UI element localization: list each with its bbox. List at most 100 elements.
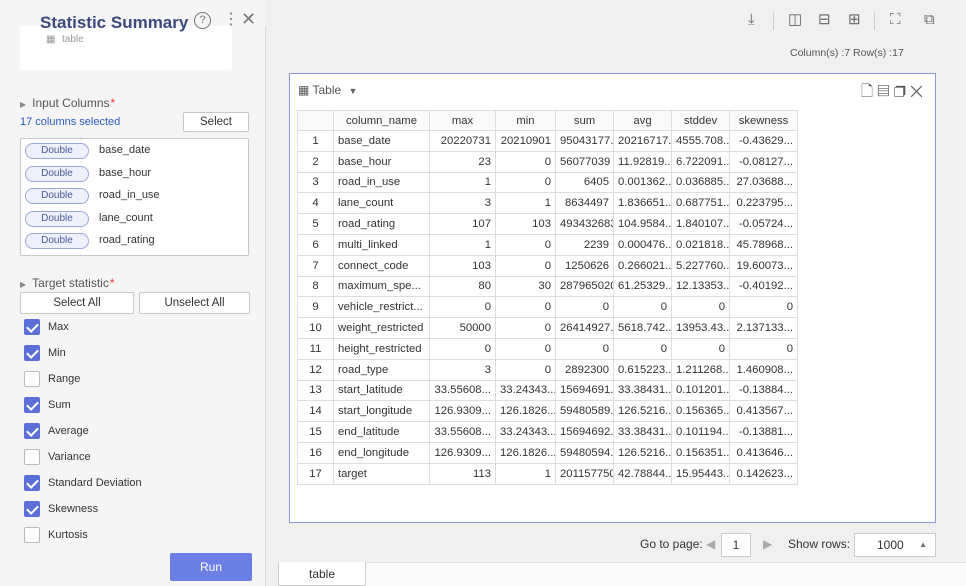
table-cell: 15694691... <box>555 379 614 402</box>
table-cell: 0.156365... <box>671 400 730 423</box>
checkbox[interactable] <box>24 449 40 465</box>
column-header[interactable]: sum <box>555 110 614 131</box>
card-title-label: Table <box>312 83 342 97</box>
checkbox[interactable] <box>24 371 40 387</box>
table-row[interactable]: 6 multi_linked 1 0 2239 0.000476... 0.021818..… <box>297 233 798 256</box>
split-vertical-icon[interactable]: ◫ <box>788 11 802 29</box>
next-page-icon[interactable]: ▶ <box>763 537 772 551</box>
column-header[interactable]: max <box>429 110 496 131</box>
table-cell: 0.687751... <box>671 192 730 215</box>
table-row[interactable]: 2 base_hour 23 0 56077039 11.92819... 6.722091… <box>297 150 798 173</box>
table-row[interactable]: 3 road_in_use 1 0 6405 0.001362... 0.036885...… <box>297 171 798 194</box>
checkbox[interactable] <box>24 527 40 543</box>
table-row[interactable]: 11 height_restricted 0 0 0 0 0 0 <box>297 337 798 360</box>
table-view-icon[interactable]: ▤ <box>877 83 894 100</box>
row-index-cell: 10 <box>297 317 334 339</box>
row-index-cell: 17 <box>297 462 334 485</box>
column-row-count: Column(s) :7 Row(s) :17 <box>790 47 904 59</box>
toolbar-divider <box>874 12 875 30</box>
table-cell: 0.000476... <box>613 233 672 256</box>
close-icon[interactable]: ✕ <box>241 10 256 28</box>
column-header[interactable]: skewness <box>729 110 798 131</box>
checkbox[interactable] <box>24 501 40 517</box>
tab-table[interactable]: table <box>278 562 366 586</box>
checkbox[interactable] <box>24 397 40 413</box>
table-row[interactable]: 10weight_restricted50000026414927...5618… <box>297 317 798 339</box>
table-cell: 0.101201... <box>671 379 730 402</box>
download-icon[interactable]: ⤓ <box>748 11 755 29</box>
table-cell: 1 <box>429 171 496 194</box>
table-cell: multi_linked <box>333 233 430 256</box>
table-cell: 0 <box>555 296 614 319</box>
table-row[interactable]: 7 connect_code 103 0 1250626 0.266021... 5.227… <box>297 254 798 277</box>
unselect-all-button[interactable]: Unselect All <box>139 292 250 314</box>
help-icon[interactable]: ? <box>194 12 211 29</box>
table-cell: vehicle_restrict... <box>333 296 430 319</box>
select-all-button[interactable]: Select All <box>20 292 134 314</box>
card-title[interactable]: ▦ Table ▼ <box>298 83 357 97</box>
table-row[interactable]: 14 start_longitude 126.9309... 126.1826... 5… <box>297 400 798 423</box>
input-columns-section-title[interactable]: ▶ Input Columns* <box>20 96 115 110</box>
table-cell: 0 <box>495 171 556 194</box>
run-button[interactable]: Run <box>170 553 252 581</box>
column-header[interactable]: min <box>495 110 556 131</box>
checkbox[interactable] <box>24 423 40 439</box>
column-header[interactable]: column_name <box>333 110 430 131</box>
rows-per-page-select[interactable]: 1000 ▲ <box>854 533 936 557</box>
table-row[interactable]: 12 road_type 3 0 2892300 0.615223... 1.211268.… <box>297 358 798 381</box>
column-header[interactable] <box>297 110 334 131</box>
row-index-cell: 7 <box>297 254 334 277</box>
previous-page-icon[interactable]: ◀ <box>706 537 715 551</box>
column-header[interactable]: stddev <box>671 110 730 131</box>
more-options-icon[interactable]: ⋮ <box>223 11 239 29</box>
table-cell: lane_count <box>333 192 430 215</box>
table-cell: 59480594... <box>555 441 614 464</box>
close-icon[interactable]: ✕ <box>910 83 927 100</box>
table-cell: 126.5216... <box>613 400 672 423</box>
table-cell: 6.722091... <box>671 150 730 173</box>
checkbox[interactable] <box>24 319 40 335</box>
grid-layout-icon[interactable]: ⊞ <box>848 11 861 29</box>
table-cell: 126.5216... <box>613 441 672 464</box>
copy-icon[interactable]: ❐ <box>894 83 910 100</box>
table-row[interactable]: 8 maximum_spe... 80 30 287965020 61.25329... 1… <box>297 275 798 298</box>
page-number-input[interactable]: 1 <box>721 533 751 557</box>
select-columns-button[interactable]: Select <box>183 112 249 132</box>
table-row[interactable]: 17 target 113 1 201157750 42.78844... 15.95443… <box>297 462 798 485</box>
table-cell: 15.95443... <box>671 462 730 485</box>
table-cell: 126.9309... <box>429 400 496 423</box>
table-cell: start_longitude <box>333 400 430 423</box>
table-row[interactable]: 13 start_latitude 33.55608... 33.24343... 15… <box>297 379 798 402</box>
column-name-label: road_rating <box>99 234 155 246</box>
table-cell: 15694692... <box>555 421 614 443</box>
table-row[interactable]: 9 vehicle_restrict... 0 0 0 0 0 0 <box>297 296 798 319</box>
table-cell: 1.211268... <box>671 358 730 381</box>
checkbox-label: Variance <box>48 451 91 463</box>
checkbox-label: Min <box>48 347 66 359</box>
expand-triangle-icon: ▶ <box>20 280 27 289</box>
split-horizontal-icon[interactable]: ⊟ <box>818 11 831 29</box>
table-cell: 0.223795... <box>729 192 798 215</box>
row-index-cell: 12 <box>297 358 334 381</box>
row-index-cell: 1 <box>297 130 334 152</box>
table-row[interactable]: 1base_date202207312021090195043177...202… <box>297 130 798 152</box>
export-file-icon[interactable]: 🗋 <box>861 83 877 100</box>
columns-selected-count: 17 columns selected <box>20 116 121 128</box>
table-row[interactable]: 4 lane_count 3 1 8634497 1.836651... 0.687751.… <box>297 192 798 215</box>
checkbox[interactable] <box>24 475 40 491</box>
open-external-icon[interactable]: ⧉ <box>924 11 935 29</box>
row-index-cell: 15 <box>297 421 334 443</box>
expand-triangle-icon: ▶ <box>20 100 27 109</box>
selected-table-label: table <box>62 34 84 45</box>
target-statistic-section-title[interactable]: ▶ Target statistic* <box>20 276 115 290</box>
table-cell: 0.615223... <box>613 358 672 381</box>
checkbox[interactable] <box>24 345 40 361</box>
table-row[interactable]: 16 end_longitude 126.9309... 126.1826... 594… <box>297 441 798 464</box>
fullscreen-icon[interactable]: ⛶ <box>890 11 901 29</box>
table-row[interactable]: 5 road_rating 107 103 493432683 104.9584... 1.… <box>297 213 798 235</box>
row-index-cell: 16 <box>297 441 334 464</box>
table-cell: road_in_use <box>333 171 430 194</box>
table-cell: 1250626 <box>555 254 614 277</box>
column-header[interactable]: avg <box>613 110 672 131</box>
table-row[interactable]: 15 end_latitude 33.55608... 33.24343... 1569… <box>297 421 798 443</box>
